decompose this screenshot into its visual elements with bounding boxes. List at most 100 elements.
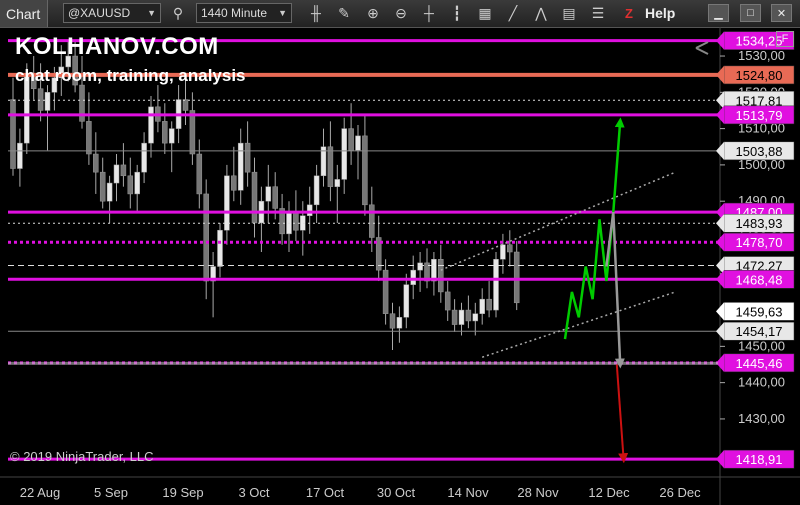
x-tick-label: 28 Nov (517, 485, 559, 500)
candle-body (403, 284, 410, 318)
candle-body (355, 135, 361, 151)
candle-body (348, 128, 354, 151)
price-chart[interactable]: 1530,001520,001510,001500,001490,001480,… (0, 27, 800, 505)
chart-icon[interactable]: ▦ (474, 3, 496, 23)
level-label: 1459,63 (736, 304, 783, 319)
zoom-out-icon[interactable]: ⊖ (390, 3, 412, 23)
y-tick-label: 1450,00 (738, 338, 785, 353)
candle-body (10, 99, 16, 169)
brand-title: KOLHANOV.COM (15, 33, 219, 60)
instrument-value: @XAUUSD (68, 6, 131, 20)
candle-body (44, 92, 51, 111)
help-button[interactable]: Help (645, 3, 675, 23)
level-label: 1418,91 (736, 452, 783, 467)
level-label: 1468,48 (736, 272, 783, 287)
interval-selector[interactable]: 1440 Minute ▼ (196, 3, 292, 23)
trend-icon[interactable]: ⋀ (530, 3, 552, 23)
bar-style-icon[interactable]: ╫ (305, 3, 327, 23)
candle-body (265, 186, 272, 202)
level-label: 1483,93 (736, 216, 783, 231)
candle-body (500, 244, 506, 260)
candle-body (189, 110, 196, 155)
candle-body (410, 269, 416, 285)
interval-value: 1440 Minute (201, 6, 268, 20)
candle-body (313, 175, 320, 206)
candle-body (17, 142, 23, 169)
pencil-icon[interactable]: ✎ (333, 3, 355, 23)
channel-upper-line (440, 171, 676, 271)
candle-body (134, 171, 140, 195)
candle-body (148, 106, 154, 144)
candle-body (396, 317, 403, 329)
candle-body (362, 135, 368, 206)
candle-body (120, 164, 127, 177)
x-tick-label: 19 Sep (162, 485, 203, 500)
x-tick-label: 14 Nov (447, 485, 489, 500)
x-tick-label: 22 Aug (20, 485, 61, 500)
maximize-icon[interactable]: □ (740, 4, 761, 22)
candle-body (389, 313, 396, 329)
candle-body (203, 193, 209, 282)
x-tick-label: 5 Sep (94, 485, 128, 500)
candle-body (141, 142, 147, 173)
chevron-down-icon: ▼ (147, 8, 156, 18)
close-icon[interactable]: ✕ (771, 4, 792, 22)
candle-body (458, 309, 465, 325)
candle-body (417, 262, 423, 271)
candle-body (99, 171, 106, 202)
candle-body (293, 211, 299, 231)
support-band (8, 361, 718, 365)
properties-icon[interactable]: ▤ (558, 3, 580, 23)
level-label: 1503,88 (736, 144, 783, 159)
level-label: 1524,80 (736, 68, 783, 83)
candle-body (244, 142, 251, 173)
chart-tab[interactable]: Chart (0, 0, 48, 27)
x-tick-label: 3 Oct (238, 485, 269, 500)
candle-body (127, 175, 134, 195)
level-label: 1513,79 (736, 108, 783, 123)
candle-body (231, 175, 237, 191)
level-label: 1454,17 (736, 324, 783, 339)
candle-body (168, 128, 175, 144)
projection-gray (605, 211, 625, 369)
zoom-in-icon[interactable]: ⊕ (362, 3, 384, 23)
chart-panel[interactable]: 1530,001520,001510,001500,001490,001480,… (0, 27, 800, 505)
search-icon[interactable]: ⚲ (167, 3, 189, 23)
copyright-text: © 2019 NinjaTrader, LLC (10, 449, 154, 464)
menu-icon[interactable]: ☰ (587, 3, 609, 23)
minimize-icon[interactable]: ▁ (708, 4, 729, 22)
channel-lower-line (481, 291, 676, 358)
candle-body (382, 269, 389, 314)
projection-red (615, 364, 629, 464)
level-label: 1478,70 (736, 235, 783, 250)
candle-body (86, 121, 92, 155)
chart-toolbar: Chart @XAUUSD ▼ ⚲ 1440 Minute ▼ ╫ ✎ ⊕ ⊖ … (0, 0, 800, 28)
candle-body (431, 259, 437, 282)
candle-body (507, 244, 513, 253)
bars-icon[interactable]: ┇ (446, 3, 468, 23)
candle-body (493, 259, 499, 311)
candle-body (472, 313, 479, 322)
brand-subtitle: chat room, training, analysis (15, 66, 246, 85)
candle-body (465, 309, 472, 322)
candle-body (113, 164, 120, 184)
candle-body (37, 88, 44, 111)
candle-body (251, 171, 258, 224)
candle-body (162, 121, 168, 144)
z-icon[interactable]: Z (620, 3, 638, 23)
crosshair-icon[interactable]: ┼ (418, 3, 440, 23)
candle-body (182, 99, 189, 111)
y-tick-label: 1430,00 (738, 411, 785, 426)
x-tick-label: 30 Oct (377, 485, 416, 500)
candle-body (237, 142, 244, 191)
candle-body (327, 146, 334, 187)
x-tick-label: 26 Dec (659, 485, 701, 500)
candle-body (196, 153, 203, 195)
candle-body (369, 204, 375, 238)
candle-body (93, 153, 99, 173)
candle-body (486, 298, 492, 311)
line-tool-icon[interactable]: ╱ (502, 3, 524, 23)
f-button[interactable]: F (776, 31, 794, 47)
instrument-selector[interactable]: @XAUUSD ▼ (63, 3, 161, 23)
candle-body (272, 186, 278, 209)
